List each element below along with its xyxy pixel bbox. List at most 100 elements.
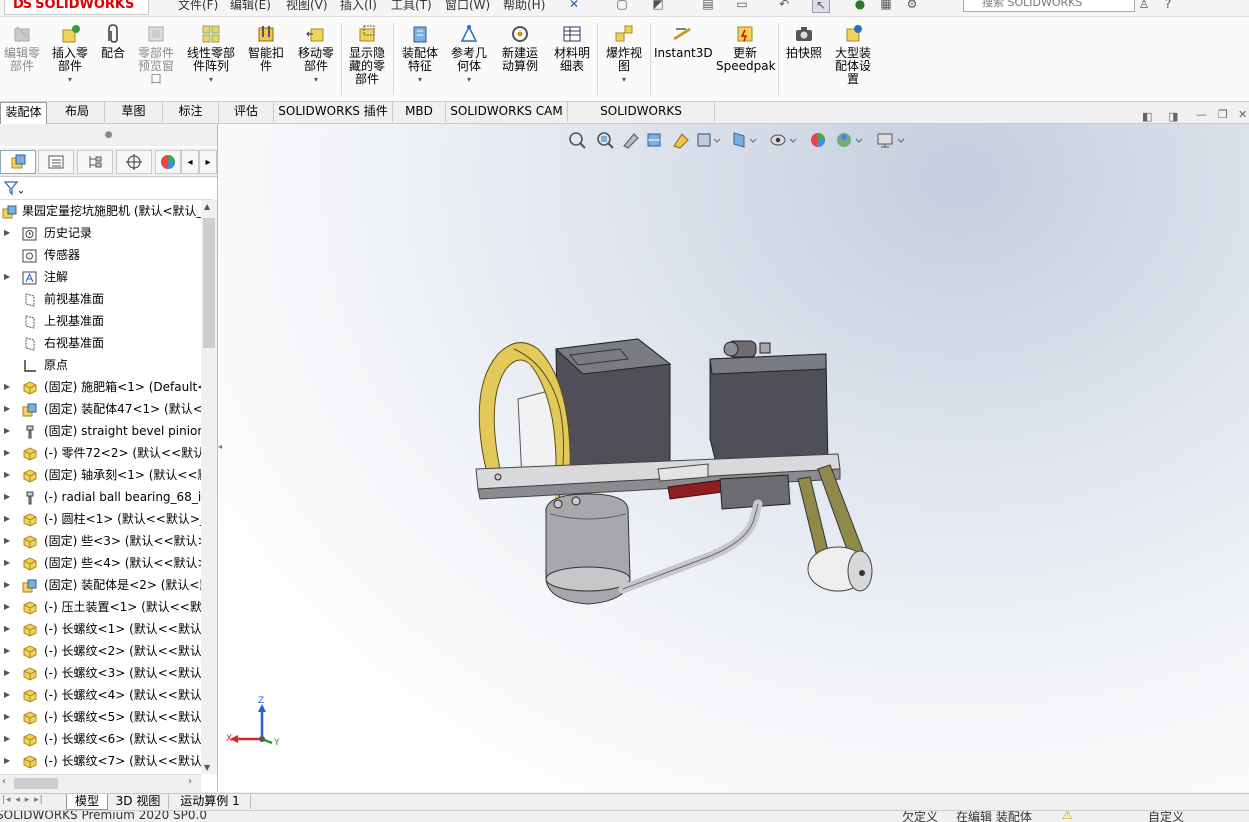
view-settings-icon[interactable] <box>877 133 905 148</box>
rebuild-icon[interactable]: ● <box>852 0 868 11</box>
tree-item[interactable]: ▶ 注解 <box>0 266 202 288</box>
new-motion-study-button[interactable]: 新建运 动算例 <box>498 23 542 73</box>
options-gear-icon[interactable]: ⚙ <box>904 0 920 11</box>
expand-arrow-icon[interactable]: ▶ <box>4 706 10 728</box>
expand-arrow-icon[interactable]: ▶ <box>4 728 10 750</box>
expand-arrow-icon[interactable]: ▶ <box>4 574 10 596</box>
move-component-button[interactable]: 移动零 部件 ▾ <box>294 23 338 86</box>
tab-model[interactable]: 模型 <box>66 794 108 810</box>
new-file-icon[interactable]: ▢ <box>614 0 630 11</box>
chevron-down-icon[interactable]: ▾ <box>184 73 238 86</box>
smart-fasteners-button[interactable]: 智能扣 件 <box>244 23 288 73</box>
tree-item[interactable]: ▶ (固定) 些<3> (默认<<默认> <box>0 530 202 552</box>
tree-root-assembly[interactable]: 果园定量挖坑施肥机 (默认<默认_ <box>0 200 202 222</box>
tree-item[interactable]: 上视基准面 <box>0 310 202 332</box>
previous-view-icon[interactable] <box>623 133 639 149</box>
help-question-icon[interactable]: ? <box>1160 0 1176 11</box>
menu-window[interactable]: 窗口(W) <box>445 0 490 13</box>
edit-appearance-icon[interactable] <box>811 133 825 147</box>
tree-item[interactable]: 右视基准面 <box>0 332 202 354</box>
tree-item[interactable]: ▶ (-) 压土装置<1> (默认<<默认 <box>0 596 202 618</box>
tree-item[interactable]: ▶ (固定) straight bevel pinion_ <box>0 420 202 442</box>
tree-item[interactable]: ▶ (固定) 轴承刻<1> (默认<<默 <box>0 464 202 486</box>
scrollbar-thumb[interactable] <box>14 778 58 789</box>
chevron-down-icon[interactable]: ▾ <box>48 73 92 86</box>
expand-arrow-icon[interactable]: ▶ <box>4 552 10 574</box>
menu-view[interactable]: 视图(V) <box>286 0 328 13</box>
expand-arrow-icon[interactable]: ▶ <box>4 266 10 288</box>
tab-mbd[interactable]: MBD <box>393 102 446 122</box>
tree-vertical-scrollbar[interactable]: ▲ ▼ <box>201 200 217 774</box>
filter-funnel-icon[interactable] <box>3 179 24 200</box>
select-cursor-icon[interactable]: ↖ <box>812 0 830 13</box>
expand-arrow-icon[interactable]: ▶ <box>4 464 10 486</box>
expand-arrow-icon[interactable]: ▶ <box>4 596 10 618</box>
tree-item[interactable]: ▶ (固定) 些<4> (默认<<默认> <box>0 552 202 574</box>
panel-handle[interactable]: ● <box>0 124 217 146</box>
expand-arrow-icon[interactable]: ▶ <box>4 750 10 772</box>
tab-navigation-arrows-icon[interactable]: |◂ ◂ ▸ ▸| <box>2 795 44 805</box>
scroll-down-arrow-icon[interactable]: ▼ <box>204 763 210 772</box>
expand-arrow-icon[interactable]: ▶ <box>4 442 10 464</box>
property-manager-tab[interactable] <box>38 150 74 174</box>
tile-left-icon[interactable]: ◧ <box>1142 110 1152 123</box>
tree-item[interactable]: ▶ (-) 长螺纹<1> (默认<<默认> <box>0 618 202 640</box>
assembly-features-button[interactable]: 装配体 特征 ▾ <box>398 23 442 86</box>
scroll-up-arrow-icon[interactable]: ▲ <box>204 202 210 211</box>
tab-markup[interactable]: 标注 <box>163 102 219 122</box>
chevron-down-icon[interactable]: ▾ <box>602 73 646 86</box>
expand-arrow-icon[interactable]: ▶ <box>4 618 10 640</box>
dimxpert-manager-tab[interactable] <box>116 150 152 174</box>
open-file-icon[interactable]: ◩ <box>650 0 666 11</box>
minimize-view-icon[interactable]: — <box>1196 108 1207 121</box>
rebuild-warning-icon[interactable]: ⚠ <box>1062 811 1073 822</box>
edit-component-button[interactable]: 编辑零 部件 <box>2 23 42 73</box>
expand-arrow-icon[interactable]: ▶ <box>4 420 10 442</box>
view-orientation-icon[interactable] <box>697 133 721 147</box>
show-hidden-components-button[interactable]: 显示隐 藏的零 部件 <box>346 23 388 86</box>
section-view-icon[interactable] <box>647 133 661 147</box>
tree-item[interactable]: ▶ (-) 零件72<2> (默认<<默认>_ <box>0 442 202 464</box>
display-style-icon[interactable] <box>733 132 757 148</box>
dynamic-annotation-icon[interactable] <box>673 133 689 149</box>
tree-item[interactable]: ▶ (-) 长螺纹<2> (默认<<默认> <box>0 640 202 662</box>
tree-item[interactable]: ▶ (固定) 装配体是<2> (默认<默 <box>0 574 202 596</box>
print-icon[interactable]: ▭ <box>734 0 750 11</box>
status-units[interactable]: 自定义 <box>1148 811 1184 822</box>
tree-item[interactable]: ▶ (-) radial ball bearing_68_is <box>0 486 202 508</box>
tree-item[interactable]: ▶ (固定) 装配体47<1> (默认<默 <box>0 398 202 420</box>
expand-arrow-icon[interactable]: ▶ <box>4 376 10 398</box>
expand-arrow-icon[interactable]: ▶ <box>4 398 10 420</box>
linear-pattern-button[interactable]: 线性零部 件阵列 ▾ <box>184 23 238 86</box>
tree-item[interactable]: 传感器 <box>0 244 202 266</box>
zoom-to-fit-icon[interactable] <box>569 132 586 149</box>
tree-item[interactable]: 原点 <box>0 354 202 376</box>
tile-right-icon[interactable]: ◨ <box>1168 110 1178 123</box>
search-input[interactable]: 搜索 SOLIDWORKS <box>963 0 1135 12</box>
update-speedpak-button[interactable]: 更新 Speedpak <box>716 23 776 73</box>
expand-arrow-icon[interactable]: ▶ <box>4 662 10 684</box>
scroll-left-arrow-icon[interactable]: ‹ <box>2 776 6 787</box>
tab-solidworks-cam[interactable]: SOLIDWORKS CAM <box>446 102 568 122</box>
menu-tools[interactable]: 工具(T) <box>391 0 432 13</box>
tree-item[interactable]: ▶ (固定) 施肥箱<1> (Default< <box>0 376 202 398</box>
collapse-panel-handle[interactable]: ◂ <box>218 442 226 456</box>
tree-item[interactable]: 前视基准面 <box>0 288 202 310</box>
bill-of-materials-button[interactable]: 材料明 细表 <box>550 23 594 73</box>
tree-item[interactable]: ▶ 历史记录 <box>0 222 202 244</box>
tree-item[interactable]: ▶ (-) 长螺纹<4> (默认<<默认> <box>0 684 202 706</box>
tree-item[interactable]: ▶ (-) 长螺纹<3> (默认<<默认> <box>0 662 202 684</box>
scrollbar-thumb[interactable] <box>203 218 215 348</box>
expand-arrow-icon[interactable]: ▶ <box>4 530 10 552</box>
configuration-manager-tab[interactable] <box>77 150 113 174</box>
tab-solidworks-addins[interactable]: SOLIDWORKS 插件 <box>274 102 393 122</box>
expand-arrow-icon[interactable]: ▶ <box>4 222 10 244</box>
chevron-down-icon[interactable]: ▾ <box>446 73 492 86</box>
display-manager-tab[interactable] <box>155 150 181 174</box>
scroll-tabs-left-button[interactable]: ◂ <box>181 150 199 174</box>
insert-component-button[interactable]: 插入零 部件 ▾ <box>48 23 92 86</box>
tab-evaluate[interactable]: 评估 <box>219 102 274 122</box>
tree-item[interactable]: ▶ (-) 长螺纹<6> (默认<<默认> <box>0 728 202 750</box>
undo-icon[interactable]: ↶ <box>776 0 792 11</box>
tab-3d-views[interactable]: 3D 视图 <box>108 794 169 809</box>
